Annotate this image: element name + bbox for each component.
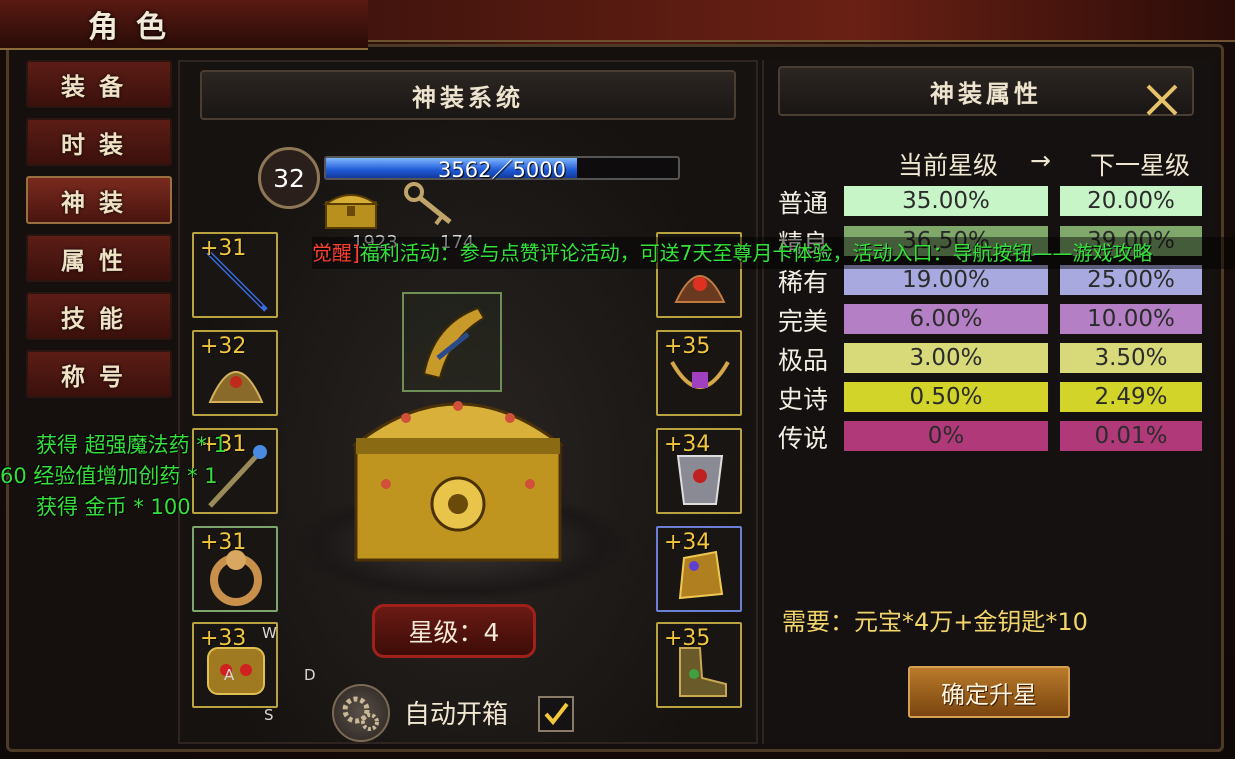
- nav-item-skills[interactable]: 技能: [26, 292, 172, 340]
- settings-gear-icon[interactable]: [332, 684, 390, 742]
- chat-log: 获得 超强魔法药 * 1 60 经验值增加创药 * 1 获得 金币 * 100: [0, 430, 227, 523]
- chat-line: 获得 超强魔法药 * 1: [36, 433, 227, 457]
- current-rate-cell: 0.50%: [844, 382, 1048, 412]
- checkmark-icon: [544, 702, 569, 726]
- nav-item-fashion[interactable]: 时装: [26, 118, 172, 166]
- exp-text: 3562／5000: [438, 158, 566, 182]
- current-rate-cell: 3.00%: [844, 343, 1048, 373]
- gear-slot-necklace[interactable]: +35: [656, 330, 742, 416]
- broadcast-banner: 觉醒]福利活动：参与点赞评论活动，可送7天至尊月卡体验，活动入口：导航按钮——游…: [312, 237, 1235, 269]
- auto-open-checkbox[interactable]: [538, 696, 574, 732]
- arrow-icon: →: [1030, 146, 1051, 175]
- side-nav: 装备 时装 神装 属性 技能 称号: [26, 60, 174, 408]
- golden-key-icon[interactable]: [404, 182, 456, 228]
- next-star-header: 下一星级: [1090, 151, 1191, 180]
- nav-item-equipment[interactable]: 装备: [26, 60, 172, 108]
- current-rate-cell: 6.00%: [844, 304, 1048, 334]
- upgrade-requirement: 需要：元宝*4万+金钥匙*10: [782, 608, 1088, 636]
- slot-enhance-level: +32: [200, 334, 247, 359]
- gear-slot-weapon[interactable]: +31: [192, 232, 278, 318]
- auto-open-label: 自动开箱: [404, 700, 509, 730]
- broadcast-text: 福利活动：参与点赞评论活动，可送7天至尊月卡体验，活动入口：导航按钮——游戏攻略: [359, 241, 1153, 265]
- rarity-label: 完美: [778, 307, 829, 336]
- chat-line: 60 经验值增加创药 * 1: [0, 464, 218, 488]
- current-rate-cell: 19.00%: [844, 265, 1048, 295]
- joystick-s: S: [264, 706, 274, 724]
- window-title: 角色: [0, 0, 368, 50]
- current-rate-cell: 35.00%: [844, 186, 1048, 216]
- panel-title: 神装系统: [200, 70, 736, 120]
- joystick-w: W: [262, 624, 277, 642]
- slot-enhance-level: +31: [200, 236, 247, 261]
- window-top-bar: [280, 0, 1235, 42]
- confirm-upgrade-button[interactable]: 确定升星: [908, 666, 1070, 718]
- chat-line: 获得 金币 * 100: [36, 495, 191, 519]
- gear-slot-helmet[interactable]: +32: [192, 330, 278, 416]
- next-rate-cell: 25.00%: [1060, 265, 1202, 295]
- next-rate-cell: 10.00%: [1060, 304, 1202, 334]
- broadcast-tag: 觉醒]: [312, 241, 360, 265]
- joystick-d: D: [304, 666, 316, 684]
- treasure-chest-icon[interactable]: [322, 186, 380, 230]
- level-badge: 32: [258, 147, 320, 209]
- current-star-header: 当前星级: [898, 151, 999, 180]
- next-rate-cell: 3.50%: [1060, 343, 1202, 373]
- star-level-badge: 星级：4: [372, 604, 536, 658]
- current-rate-cell: 0%: [844, 421, 1048, 451]
- slot-enhance-level: +33: [200, 626, 247, 651]
- rarity-label: 极品: [778, 346, 829, 375]
- slot-enhance-level: +35: [664, 626, 711, 651]
- nav-item-divine-gear[interactable]: 神装: [26, 176, 172, 224]
- gear-slot-ring[interactable]: +31: [192, 526, 278, 612]
- slot-enhance-level: +35: [664, 334, 711, 359]
- rarity-label: 传说: [778, 424, 829, 453]
- slot-enhance-level: +31: [200, 530, 247, 555]
- gear-slot-boots[interactable]: +35: [656, 622, 742, 708]
- slot-enhance-level: +34: [664, 530, 711, 555]
- rarity-label: 普通: [778, 189, 829, 218]
- attribute-panel-title: 神装属性: [778, 66, 1194, 116]
- nav-item-titles[interactable]: 称号: [26, 350, 172, 398]
- rarity-label: 史诗: [778, 385, 829, 414]
- close-icon[interactable]: [1142, 80, 1182, 120]
- next-rate-cell: 20.00%: [1060, 186, 1202, 216]
- divine-chest-icon[interactable]: [346, 374, 570, 568]
- nav-item-attributes[interactable]: 属性: [26, 234, 172, 282]
- joystick-a: A: [224, 666, 235, 684]
- gear-slot-gauntlet[interactable]: +34: [656, 526, 742, 612]
- gear-slot-armor[interactable]: +34: [656, 428, 742, 514]
- next-rate-cell: 2.49%: [1060, 382, 1202, 412]
- slot-enhance-level: +34: [664, 432, 711, 457]
- next-rate-cell: 0.01%: [1060, 421, 1202, 451]
